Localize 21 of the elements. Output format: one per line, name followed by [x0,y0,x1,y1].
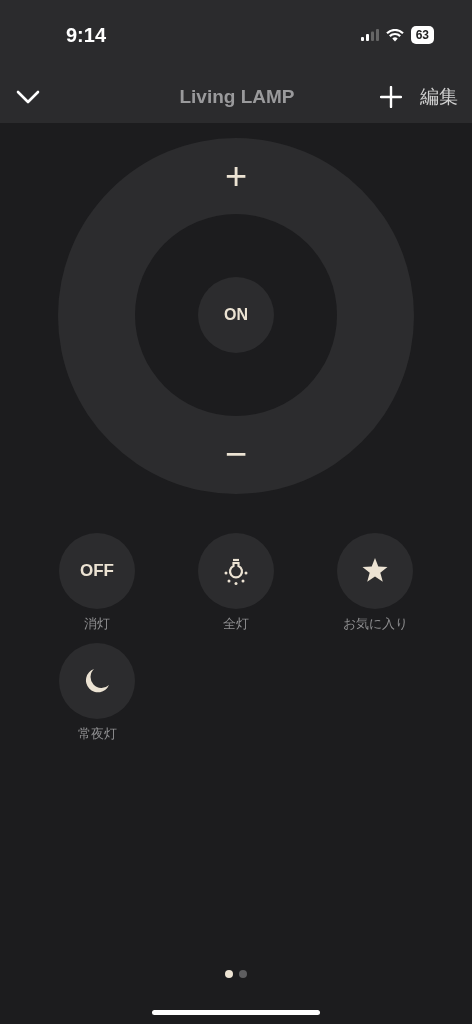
button-label: お気に入り [342,615,408,633]
battery-indicator: 63 [410,26,434,44]
signal-icon [360,29,379,41]
moon-icon [84,667,110,695]
star-icon [362,557,388,585]
screen-title: Living LAMP [179,85,295,108]
page-dot[interactable] [225,970,233,978]
button-label: 消灯 [84,615,110,633]
brightness-down-button[interactable]: − [218,434,254,474]
button-label: 全灯 [223,615,249,633]
plus-icon[interactable] [380,85,402,108]
on-button[interactable]: ON [198,277,274,353]
brightness-up-button[interactable]: + [218,156,254,196]
page-dot[interactable] [239,970,247,978]
chevron-down-icon[interactable] [16,89,40,104]
button-label: 常夜灯 [77,725,117,743]
wifi-icon [385,28,404,42]
status-time: 9:14 [66,23,107,47]
off-button[interactable]: OFF [59,533,135,609]
bulb-icon [223,557,249,585]
edit-button[interactable]: 編集 [420,83,458,110]
